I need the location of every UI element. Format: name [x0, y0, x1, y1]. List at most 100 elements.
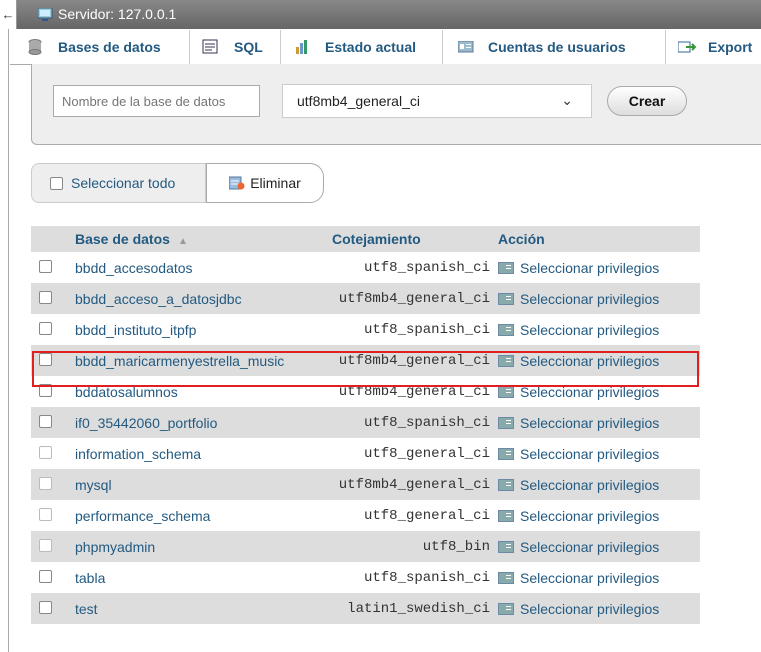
table-row: bbdd_acceso_a_datosjdbc utf8mb4_general_c… [31, 283, 700, 314]
row-checkbox[interactable] [38, 321, 52, 335]
privileges-icon [498, 354, 514, 367]
privileges-icon [498, 602, 514, 615]
database-name-link[interactable]: phpmyadmin [59, 531, 326, 562]
database-name-link[interactable]: bbdd_acceso_a_datosjdbc [59, 283, 326, 314]
collation-cell: utf8_general_ci [326, 500, 498, 531]
check-privileges-label: Seleccionar privilegios [520, 507, 660, 524]
left-panel-edge [0, 0, 9, 652]
server-icon [38, 8, 53, 21]
database-name-link[interactable]: test [59, 593, 326, 624]
table-row: bbdd_maricarmenyestrella_music utf8mb4_ge… [31, 345, 700, 376]
select-all-button[interactable]: Seleccionar todo [31, 163, 206, 203]
users-icon [458, 41, 474, 53]
database-name-link[interactable]: if0_35442060_portfolio [59, 407, 326, 438]
row-checkbox [38, 445, 52, 459]
tab-label: SQL [234, 39, 263, 55]
tab-label: Estado actual [325, 39, 417, 55]
check-privileges-label: Seleccionar privilegios [520, 352, 660, 369]
select-all-label: Seleccionar todo [71, 175, 176, 191]
collation-cell: utf8mb4_general_ci [326, 469, 498, 500]
tab-export[interactable]: Export [678, 30, 752, 64]
header-collation: Cotejamiento [326, 226, 498, 252]
row-checkbox[interactable] [38, 600, 52, 614]
collation-cell: utf8mb4_general_ci [326, 283, 498, 314]
privileges-icon [498, 323, 514, 336]
table-row: bbdd_instituto_itpfp utf8_spanish_ci Selec… [31, 314, 700, 345]
check-privileges-link[interactable]: Seleccionar privilegios [498, 415, 700, 431]
row-checkbox[interactable] [38, 290, 52, 304]
header-database[interactable]: Base de datos ▲ [59, 226, 326, 252]
check-privileges-link[interactable]: Seleccionar privilegios [498, 570, 700, 586]
server-label[interactable]: Servidor: 127.0.0.1 [58, 6, 176, 22]
check-privileges-label: Seleccionar privilegios [520, 414, 660, 431]
privileges-icon [498, 447, 514, 460]
collation-cell: utf8_spanish_ci [326, 562, 498, 593]
privileges-icon [498, 509, 514, 522]
database-name-link[interactable]: mysql [59, 469, 326, 500]
collation-cell: utf8mb4_general_ci [326, 345, 498, 376]
database-icon [28, 39, 42, 55]
database-name-link[interactable]: bbdd_maricarmenyestrella_music [59, 345, 326, 376]
row-checkbox [38, 507, 52, 521]
table-row: mysql utf8mb4_general_ci Seleccionar privi… [31, 469, 700, 500]
status-icon [296, 40, 307, 54]
database-name-link[interactable]: bbdd_instituto_itpfp [59, 314, 326, 345]
check-privileges-link[interactable]: Seleccionar privilegios [498, 384, 700, 400]
tab-sql[interactable]: SQL [202, 30, 263, 64]
select-all-checkbox[interactable] [50, 176, 63, 190]
row-checkbox[interactable] [38, 259, 52, 273]
check-privileges-label: Seleccionar privilegios [520, 445, 660, 462]
row-checkbox [38, 476, 52, 490]
privileges-icon [498, 261, 514, 274]
database-name-link[interactable]: bddatosalumnos [59, 376, 326, 407]
check-privileges-label: Seleccionar privilegios [520, 259, 660, 276]
check-privileges-link[interactable]: Seleccionar privilegios [498, 353, 700, 369]
row-checkbox[interactable] [38, 569, 52, 583]
table-row: tabla utf8_spanish_ci Seleccionar privileg… [31, 562, 700, 593]
row-checkbox [38, 538, 52, 552]
row-checkbox[interactable] [38, 383, 52, 397]
check-privileges-link[interactable]: Seleccionar privilegios [498, 508, 700, 524]
delete-label: Eliminar [250, 175, 301, 191]
header-action: Acción [498, 226, 700, 252]
check-privileges-link[interactable]: Seleccionar privilegios [498, 291, 700, 307]
row-checkbox[interactable] [38, 414, 52, 428]
delete-button[interactable]: Eliminar [206, 163, 324, 203]
check-privileges-label: Seleccionar privilegios [520, 600, 660, 617]
collation-select[interactable]: utf8mb4_general_ci ⌄ [282, 84, 592, 118]
collapse-arrow-icon[interactable]: ← [0, 0, 17, 29]
tab-user-accounts[interactable]: Cuentas de usuarios [458, 30, 626, 64]
sort-ascending-icon: ▲ [177, 236, 188, 247]
export-icon [678, 41, 696, 53]
sql-icon [202, 39, 218, 54]
check-privileges-link[interactable]: Seleccionar privilegios [498, 260, 700, 276]
chevron-down-icon: ⌄ [561, 92, 573, 108]
check-privileges-label: Seleccionar privilegios [520, 383, 660, 400]
tab-label: Export [708, 39, 753, 55]
drop-icon [229, 176, 245, 190]
collation-cell: utf8mb4_general_ci [326, 376, 498, 407]
privileges-icon [498, 292, 514, 305]
row-checkbox[interactable] [38, 352, 52, 366]
collation-cell: latin1_swedish_ci [326, 593, 498, 624]
collation-value: utf8mb4_general_ci [297, 93, 420, 109]
check-privileges-link[interactable]: Seleccionar privilegios [498, 539, 700, 555]
check-privileges-link[interactable]: Seleccionar privilegios [498, 446, 700, 462]
table-row: bbdd_accesodatos utf8_spanish_ci Seleccion… [31, 252, 700, 283]
server-breadcrumb-bar: ← Servidor: 127.0.0.1 [0, 0, 761, 29]
check-privileges-link[interactable]: Seleccionar privilegios [498, 601, 700, 617]
check-privileges-link[interactable]: Seleccionar privilegios [498, 477, 700, 493]
collation-cell: utf8_spanish_ci [326, 407, 498, 438]
database-name-link[interactable]: bbdd_accesodatos [59, 252, 326, 283]
check-privileges-link[interactable]: Seleccionar privilegios [498, 322, 700, 338]
collation-cell: utf8_spanish_ci [326, 252, 498, 283]
database-name-link[interactable]: information_schema [59, 438, 326, 469]
tab-status[interactable]: Estado actual [295, 30, 416, 64]
tab-databases[interactable]: Bases de datos [28, 30, 161, 64]
database-name-link[interactable]: performance_schema [59, 500, 326, 531]
check-privileges-label: Seleccionar privilegios [520, 321, 660, 338]
create-button[interactable]: Crear [607, 86, 687, 116]
database-name-link[interactable]: tabla [59, 562, 326, 593]
database-name-input[interactable] [53, 85, 260, 117]
check-privileges-label: Seleccionar privilegios [520, 476, 660, 493]
